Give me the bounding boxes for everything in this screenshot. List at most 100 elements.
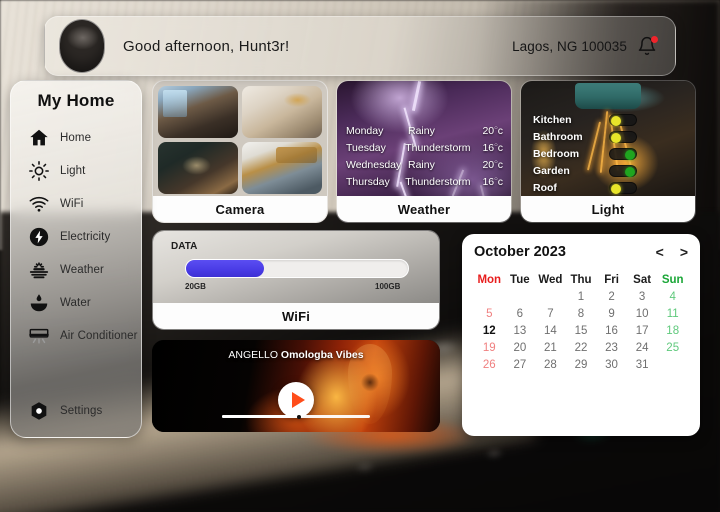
music-progress-fill <box>222 415 299 418</box>
sidebar-item-wifi[interactable]: WiFi <box>11 187 141 220</box>
weather-condition: Rainy <box>408 159 435 171</box>
music-artist: ANGELLO <box>228 349 278 361</box>
calendar-day-cell[interactable]: 30 <box>596 359 627 371</box>
calendar-day-cell[interactable]: 4 <box>657 291 688 303</box>
weather-widget[interactable]: Monday Rainy 20○c Tuesday Thunderstorm 1… <box>336 80 512 223</box>
sidebar-item-weather[interactable]: Weather <box>11 253 141 286</box>
sun-icon <box>28 160 50 182</box>
calendar-day-cell[interactable]: 7 <box>535 308 566 320</box>
weather-temperature: 16○c <box>482 142 503 154</box>
calendar-day-cell[interactable]: 26 <box>474 359 505 371</box>
sidebar-item-electricity[interactable]: Electricity <box>11 220 141 253</box>
sidebar-item-home[interactable]: Home <box>11 121 141 154</box>
light-toggle-bedroom[interactable] <box>609 147 637 160</box>
calendar-day-cell[interactable]: 9 <box>596 308 627 320</box>
music-track-title: ANGELLO Omologba Vibes <box>152 349 440 361</box>
calendar-day-cell[interactable]: 5 <box>474 308 505 320</box>
sidebar-item-settings[interactable]: Settings <box>11 394 102 427</box>
camera-widget-label: Camera <box>153 196 327 222</box>
calendar-empty-cell <box>535 291 566 303</box>
sidebar-item-air-conditioner[interactable]: Air Conditioner <box>11 319 141 352</box>
sidebar-item-light[interactable]: Light <box>11 154 141 187</box>
calendar-day-cell[interactable]: 19 <box>474 342 505 354</box>
weather-condition: Thunderstorm <box>405 176 471 188</box>
sidebar-item-label: Air Conditioner <box>60 329 138 342</box>
weather-widget-label: Weather <box>337 196 511 222</box>
toggle-knob <box>611 183 621 194</box>
calendar-day-cell[interactable]: 29 <box>566 359 597 371</box>
lightning-bolt-icon <box>411 81 422 111</box>
music-progress-slider[interactable] <box>222 414 370 419</box>
calendar-day-header: Fri <box>604 274 619 286</box>
wifi-widget-label: WiFi <box>153 303 439 329</box>
calendar-day-cell[interactable]: 17 <box>627 325 658 337</box>
notification-bell-icon[interactable] <box>637 36 658 56</box>
calendar-day-cell[interactable]: 14 <box>535 325 566 337</box>
calendar-next-button[interactable]: > <box>680 245 688 259</box>
calendar-day-cell[interactable]: 2 <box>596 291 627 303</box>
calendar-day-cell[interactable]: 21 <box>535 342 566 354</box>
sidebar-item-water[interactable]: Water <box>11 286 141 319</box>
light-widget-label: Light <box>521 196 695 222</box>
calendar-day-cell[interactable]: 23 <box>596 342 627 354</box>
calendar-nav: < > <box>656 245 688 259</box>
calendar-day-cell[interactable]: 12 <box>474 325 505 337</box>
camera-tile[interactable] <box>242 86 322 138</box>
calendar-prev-button[interactable]: < <box>656 245 664 259</box>
calendar-day-cell[interactable]: 27 <box>505 359 536 371</box>
calendar-header: October 2023 < > <box>474 244 688 260</box>
light-widget[interactable]: Kitchen Bathroom Bedroom Garden Roof Lig… <box>520 80 696 223</box>
calendar-day-cell[interactable]: 25 <box>657 342 688 354</box>
calendar-day-header: Sun <box>661 274 684 286</box>
light-toggle-bathroom[interactable] <box>609 130 637 143</box>
calendar-day-cell[interactable]: 1 <box>566 291 597 303</box>
sidebar-item-label: Electricity <box>60 230 111 243</box>
calendar-day-cell[interactable]: 6 <box>505 308 536 320</box>
calendar-day-cell[interactable]: 13 <box>505 325 536 337</box>
sidebar-item-label: Home <box>60 131 92 144</box>
light-room-name: Bedroom <box>533 147 580 160</box>
camera-widget[interactable]: Camera <box>152 80 328 223</box>
calendar-day-header: Tue <box>510 274 530 286</box>
weather-temperature: 16○c <box>482 176 503 188</box>
calendar-day-cell[interactable]: 18 <box>657 325 688 337</box>
light-toggle-roof[interactable] <box>609 181 637 194</box>
calendar-grid: Mon Tue Wed Thu Fri Sat Sun 1 2 3 4 5 6 7 8 9 10 11 12 13 14… <box>474 274 688 371</box>
calendar-day-cell[interactable]: 8 <box>566 308 597 320</box>
data-usage-label: DATA <box>171 241 198 252</box>
camera-tile[interactable] <box>158 86 238 138</box>
light-toggle-kitchen[interactable] <box>609 113 637 126</box>
camera-feed-grid <box>158 86 322 194</box>
calendar-day-header: Sat <box>633 274 652 286</box>
sidebar-item-label: WiFi <box>60 197 84 210</box>
avatar[interactable] <box>59 19 105 73</box>
wifi-widget[interactable]: DATA 20GB 100GB WiFi <box>152 230 440 330</box>
camera-tile[interactable] <box>158 142 238 194</box>
calendar-day-cell[interactable]: 15 <box>566 325 597 337</box>
calendar-day-cell[interactable]: 28 <box>535 359 566 371</box>
light-room-row: Kitchen <box>533 111 685 128</box>
play-icon[interactable] <box>278 382 314 418</box>
calendar-day-cell[interactable]: 31 <box>627 359 658 371</box>
calendar-day-cell[interactable]: 10 <box>627 308 658 320</box>
music-progress-thumb[interactable] <box>296 414 301 419</box>
camera-tile[interactable] <box>242 142 322 194</box>
toggle-knob <box>611 115 621 126</box>
sidebar-item-label: Light <box>60 164 86 177</box>
calendar-day-cell[interactable]: 11 <box>657 308 688 320</box>
weather-forecast-list: Monday Rainy 20○c Tuesday Thunderstorm 1… <box>346 125 503 193</box>
toggle-knob <box>625 149 635 160</box>
calendar-day-cell[interactable]: 20 <box>505 342 536 354</box>
weather-condition: Rainy <box>408 125 435 137</box>
music-player-widget[interactable]: ANGELLO Omologba Vibes <box>152 340 440 432</box>
data-usage-slider[interactable] <box>185 259 409 278</box>
calendar-day-cell[interactable]: 3 <box>627 291 658 303</box>
calendar-day-cell[interactable]: 22 <box>566 342 597 354</box>
sun-waves-icon <box>28 259 50 281</box>
calendar-day-cell[interactable]: 24 <box>627 342 658 354</box>
weather-day: Monday <box>346 125 384 137</box>
light-toggle-garden[interactable] <box>609 164 637 177</box>
light-room-name: Roof <box>533 181 557 194</box>
water-drop-icon <box>28 292 50 314</box>
calendar-day-cell[interactable]: 16 <box>596 325 627 337</box>
